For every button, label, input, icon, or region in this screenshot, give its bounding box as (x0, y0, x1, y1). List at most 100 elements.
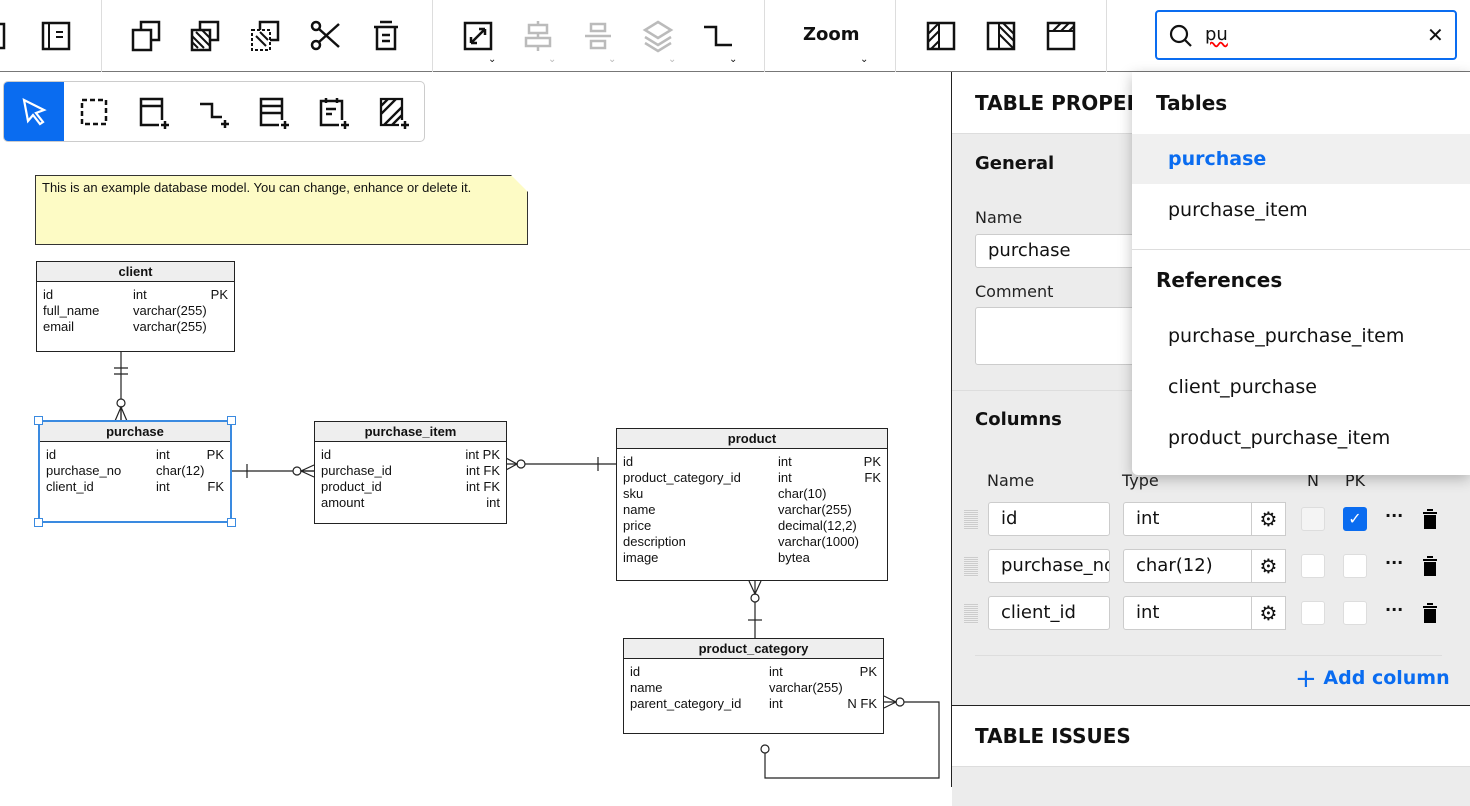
columns-heading: Columns (975, 409, 1062, 430)
column-key: PK (206, 447, 224, 462)
entity-product[interactable]: product id int PK product_category_id int FK sk… (616, 428, 888, 581)
column-name: email (43, 319, 75, 334)
column-type: int (769, 664, 783, 679)
drag-handle-icon[interactable] (964, 557, 978, 577)
column-type: varchar(1000) (778, 534, 859, 549)
relation-client-purchase (114, 352, 128, 422)
divider (1106, 0, 1107, 72)
column-type: char(10) (778, 486, 827, 501)
resize-handle[interactable] (34, 518, 43, 527)
column-key: int FK (466, 463, 500, 478)
column-key: PK (859, 664, 877, 679)
view-right-button[interactable] (981, 14, 1021, 58)
divider (975, 655, 1442, 656)
entity-title: product (617, 429, 887, 449)
entity-purchase[interactable]: purchase id int PK purchase_no char(12) client… (38, 420, 232, 523)
column-settings-gear-icon[interactable]: ⚙ (1251, 596, 1286, 630)
column-name: name (623, 502, 656, 517)
general-heading: General (975, 153, 1055, 174)
entity-column-row: email varchar(255) (37, 319, 234, 335)
column-name: id (321, 447, 332, 462)
search-box[interactable]: pu ✕ (1155, 10, 1457, 60)
add-column-label: Add column (1323, 667, 1450, 689)
table-issues-heading: TABLE ISSUES (952, 705, 1470, 806)
delete-column-trash-icon[interactable] (1422, 509, 1438, 529)
primary-key-checkbox[interactable]: ✓ (1343, 507, 1367, 531)
column-type: int (156, 479, 170, 494)
column-key: FK (864, 470, 881, 485)
column-type: int (769, 696, 783, 711)
column-key: PK (863, 454, 881, 469)
column-name-input[interactable]: purchase_no (988, 549, 1110, 583)
entity-column-row: id int PK (40, 447, 230, 463)
drag-handle-icon[interactable] (964, 604, 978, 624)
tables-section-header: Tables (1156, 91, 1228, 115)
more-options-icon[interactable]: ··· (1385, 600, 1403, 619)
column-type: varchar(255) (778, 502, 852, 517)
entity-title: client (37, 262, 234, 282)
result-table[interactable]: purchase (1132, 134, 1470, 184)
column-name: client_id (46, 479, 94, 494)
col-header-name: Name (987, 471, 1035, 490)
entity-column-row: full_name varchar(255) (37, 303, 234, 319)
entity-column-row: purchase_id int FK (315, 463, 506, 479)
search-input[interactable]: pu (1205, 24, 1228, 45)
entity-column-row: id int PK (37, 287, 234, 303)
column-key: FK (207, 479, 224, 494)
entity-product_category[interactable]: product_category id int PK name varchar(255) p… (623, 638, 884, 734)
column-settings-gear-icon[interactable]: ⚙ (1251, 502, 1286, 536)
entity-purchase_item[interactable]: purchase_item id int PK purchase_id int FK pr… (314, 421, 507, 524)
column-key: N FK (847, 696, 877, 711)
entity-title: purchase_item (315, 422, 506, 442)
result-reference[interactable]: client_purchase (1132, 362, 1470, 412)
resize-handle[interactable] (227, 518, 236, 527)
column-type: int (133, 287, 147, 302)
primary-key-checkbox[interactable] (1343, 554, 1367, 578)
nullable-checkbox[interactable] (1301, 601, 1325, 625)
name-label: Name (975, 208, 1023, 227)
entity-column-row: product_category_id int FK (617, 470, 887, 486)
resize-handle[interactable] (227, 416, 236, 425)
entity-column-row: name varchar(255) (624, 680, 883, 696)
entity-column-row: id int PK (617, 454, 887, 470)
entity-column-row: product_id int FK (315, 479, 506, 495)
delete-column-trash-icon[interactable] (1422, 603, 1438, 623)
column-name-input[interactable]: id (988, 502, 1110, 536)
column-type: char(12) (156, 463, 205, 478)
clear-search-icon[interactable]: ✕ (1427, 23, 1444, 47)
references-section-header: References (1156, 268, 1283, 292)
more-options-icon[interactable]: ··· (1385, 506, 1403, 525)
plus-icon: + (1295, 664, 1317, 694)
drag-handle-icon[interactable] (964, 510, 978, 530)
resize-handle[interactable] (34, 416, 43, 425)
result-table[interactable]: purchase_item (1132, 185, 1470, 235)
divider (1132, 249, 1470, 250)
column-settings-gear-icon[interactable]: ⚙ (1251, 549, 1286, 583)
result-reference[interactable]: product_purchase_item (1132, 413, 1470, 463)
column-name: product_category_id (623, 470, 741, 485)
entity-column-row: id int PK (624, 664, 883, 680)
entity-client[interactable]: client id int PK full_name varchar(255) email v… (36, 261, 235, 352)
column-name: product_id (321, 479, 382, 494)
entity-column-row: id int PK (315, 447, 506, 463)
entity-column-row: image bytea (617, 550, 887, 566)
primary-key-checkbox[interactable] (1343, 601, 1367, 625)
more-options-icon[interactable]: ··· (1385, 553, 1403, 572)
column-name: amount (321, 495, 365, 510)
view-top-button[interactable] (1041, 14, 1081, 58)
add-column-button[interactable]: + Add column (1295, 664, 1450, 694)
column-type: varchar(255) (769, 680, 843, 695)
column-name-input[interactable]: client_id (988, 596, 1110, 630)
relation-product-category-product (748, 580, 762, 639)
column-type: bytea (778, 550, 810, 565)
column-name: description (623, 534, 686, 549)
table-issues-title: TABLE ISSUES (975, 724, 1131, 748)
nullable-checkbox[interactable] (1301, 507, 1325, 531)
column-name: purchase_no (46, 463, 122, 478)
layout-hatched-top-icon (1046, 21, 1076, 51)
column-name: purchase_id (321, 463, 392, 478)
result-reference[interactable]: purchase_purchase_item (1132, 311, 1470, 361)
delete-column-trash-icon[interactable] (1422, 556, 1438, 576)
nullable-checkbox[interactable] (1301, 554, 1325, 578)
column-name: id (623, 454, 634, 469)
